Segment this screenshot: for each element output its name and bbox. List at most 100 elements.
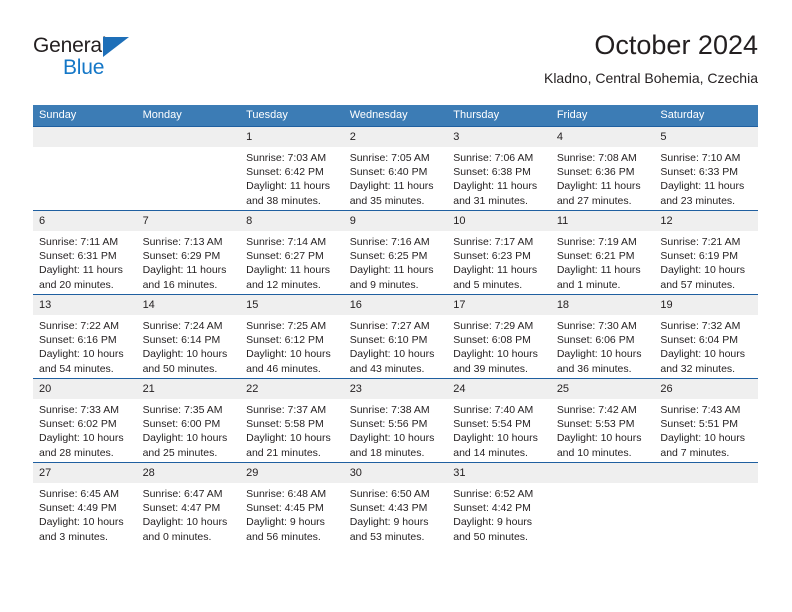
day-detail-line: Daylight: 11 hours — [39, 264, 123, 277]
calendar-day-cell[interactable]: 17 Sunrise: 7:29 AM Sunset: 6:08 PM Dayligh… — [447, 294, 551, 379]
day-detail-line: and 14 minutes. — [453, 446, 528, 459]
calendar-day-cell[interactable]: 26 Sunrise: 7:43 AM Sunset: 5:51 PM Dayligh… — [654, 378, 758, 463]
calendar-day-cell[interactable]: 28 Sunrise: 6:47 AM Sunset: 4:47 PM Dayligh… — [136, 462, 241, 546]
day-number: 14 — [136, 295, 241, 315]
day-details: Sunrise: 7:16 AM Sunset: 6:25 PM Daylight:… — [344, 231, 448, 292]
calendar-day-cell[interactable]: 8 Sunrise: 7:14 AM Sunset: 6:27 PM Daylight… — [240, 210, 344, 295]
day-detail-line: and 20 minutes. — [39, 278, 114, 291]
calendar-day-cell[interactable]: 30 Sunrise: 6:50 AM Sunset: 4:43 PM Dayligh… — [343, 462, 448, 546]
day-detail-line: and 35 minutes. — [349, 194, 425, 207]
day-detail-line: Sunset: 6:31 PM — [39, 250, 117, 263]
day-details: Sunrise: 7:32 AM Sunset: 6:04 PM Daylight:… — [654, 315, 758, 376]
day-detail-line: Sunrise: 7:16 AM — [349, 236, 430, 248]
day-detail-line: Sunset: 5:53 PM — [556, 418, 635, 431]
day-detail-line: Sunrise: 7:10 AM — [660, 152, 741, 164]
calendar-body: 1 Sunrise: 7:03 AM Sunset: 6:42 PM Daylight… — [33, 126, 758, 546]
day-detail-line: and 50 minutes. — [453, 530, 528, 543]
calendar-day-cell[interactable]: 10 Sunrise: 7:17 AM Sunset: 6:23 PM Dayligh… — [447, 210, 551, 295]
day-details — [551, 483, 655, 487]
calendar-day-cell[interactable]: 1 Sunrise: 7:03 AM Sunset: 6:42 PM Daylight… — [240, 126, 344, 211]
day-detail-line: Daylight: 11 hours — [453, 180, 538, 193]
calendar-day-cell[interactable]: 13 Sunrise: 7:22 AM Sunset: 6:16 PM Dayligh… — [33, 294, 137, 379]
day-detail-line: and 27 minutes. — [556, 194, 632, 207]
location-subtitle: Kladno, Central Bohemia, Czechia — [543, 70, 758, 86]
calendar-day-cell[interactable]: 16 Sunrise: 7:27 AM Sunset: 6:10 PM Dayligh… — [343, 294, 448, 379]
calendar-day-cell[interactable]: 29 Sunrise: 6:48 AM Sunset: 4:45 PM Dayligh… — [240, 462, 344, 546]
day-details: Sunrise: 7:40 AM Sunset: 5:54 PM Daylight:… — [447, 399, 551, 460]
day-detail-line: and 21 minutes. — [246, 446, 321, 459]
calendar-day-cell[interactable]: 18 Sunrise: 7:30 AM Sunset: 6:06 PM Dayligh… — [550, 294, 655, 379]
day-detail-line: Daylight: 11 hours — [349, 180, 434, 193]
day-number: 11 — [550, 211, 655, 231]
day-detail-line: Daylight: 10 hours — [453, 432, 538, 445]
calendar-day-cell[interactable]: 5 Sunrise: 7:10 AM Sunset: 6:33 PM Daylight… — [654, 126, 758, 211]
day-details: Sunrise: 7:08 AM Sunset: 6:36 PM Daylight:… — [551, 147, 655, 208]
day-detail-line: and 18 minutes. — [349, 446, 425, 459]
day-detail-line: Sunrise: 7:17 AM — [453, 236, 534, 248]
logo-triangle-icon — [103, 37, 129, 57]
calendar-day-cell[interactable]: 6 Sunrise: 7:11 AM Sunset: 6:31 PM Daylight… — [33, 210, 137, 295]
day-detail-line: Daylight: 10 hours — [660, 432, 746, 445]
day-details: Sunrise: 7:14 AM Sunset: 6:27 PM Daylight:… — [240, 231, 344, 292]
day-detail-line: Sunrise: 7:30 AM — [556, 320, 637, 332]
day-detail-line: Sunrise: 7:42 AM — [556, 404, 637, 416]
calendar-day-cell[interactable]: 3 Sunrise: 7:06 AM Sunset: 6:38 PM Daylight… — [447, 126, 551, 211]
day-detail-line: Daylight: 10 hours — [142, 348, 228, 361]
day-details: Sunrise: 6:52 AM Sunset: 4:42 PM Daylight:… — [447, 483, 551, 544]
calendar-day-cell[interactable]: 14 Sunrise: 7:24 AM Sunset: 6:14 PM Dayligh… — [136, 294, 241, 379]
day-detail-line: Sunset: 6:42 PM — [246, 166, 324, 179]
calendar-day-cell[interactable]: 25 Sunrise: 7:42 AM Sunset: 5:53 PM Dayligh… — [550, 378, 655, 463]
calendar-day-cell[interactable]: 19 Sunrise: 7:32 AM Sunset: 6:04 PM Dayligh… — [654, 294, 758, 379]
day-number: 31 — [447, 463, 551, 483]
calendar-day-cell[interactable]: 20 Sunrise: 7:33 AM Sunset: 6:02 PM Dayligh… — [33, 378, 137, 463]
weekday-header-thursday: Thursday — [447, 105, 551, 127]
weekday-header-sunday: Sunday — [33, 105, 137, 127]
day-number: 8 — [240, 211, 344, 231]
day-number: 17 — [447, 295, 551, 315]
weekday-header-tuesday: Tuesday — [240, 105, 344, 127]
day-detail-line: Sunset: 5:58 PM — [246, 418, 324, 431]
day-detail-line: and 7 minutes. — [660, 446, 730, 459]
calendar-day-cell[interactable]: 15 Sunrise: 7:25 AM Sunset: 6:12 PM Dayligh… — [240, 294, 344, 379]
page-title: October 2024 — [594, 30, 758, 60]
calendar-day-cell[interactable]: 9 Sunrise: 7:16 AM Sunset: 6:25 PM Daylight… — [343, 210, 448, 295]
calendar-table: Sunday Monday Tuesday Wednesday Thursday… — [33, 105, 758, 546]
day-number: 25 — [550, 379, 655, 399]
day-detail-line: Daylight: 9 hours — [349, 516, 429, 529]
calendar-day-cell[interactable]: 23 Sunrise: 7:38 AM Sunset: 5:56 PM Dayligh… — [343, 378, 448, 463]
calendar-day-cell[interactable]: 31 Sunrise: 6:52 AM Sunset: 4:42 PM Dayligh… — [447, 462, 551, 546]
day-number: 3 — [447, 127, 551, 147]
calendar-day-cell[interactable]: 24 Sunrise: 7:40 AM Sunset: 5:54 PM Dayligh… — [447, 378, 551, 463]
calendar-day-cell[interactable]: 12 Sunrise: 7:21 AM Sunset: 6:19 PM Dayligh… — [654, 210, 758, 295]
day-detail-line: Daylight: 10 hours — [142, 432, 228, 445]
day-detail-line: Sunset: 6:36 PM — [556, 166, 635, 179]
day-number: 20 — [33, 379, 137, 399]
calendar-day-cell[interactable]: 2 Sunrise: 7:05 AM Sunset: 6:40 PM Daylight… — [343, 126, 448, 211]
day-detail-line: and 0 minutes. — [142, 530, 212, 543]
weekday-header-monday: Monday — [136, 105, 241, 127]
day-detail-line: Sunset: 4:47 PM — [142, 502, 221, 515]
calendar-day-cell[interactable]: 4 Sunrise: 7:08 AM Sunset: 6:36 PM Daylight… — [550, 126, 655, 211]
day-detail-line: Sunrise: 7:32 AM — [660, 320, 741, 332]
day-number: 29 — [240, 463, 344, 483]
calendar-week-row: 6 Sunrise: 7:11 AM Sunset: 6:31 PM Daylight… — [33, 210, 758, 295]
day-detail-line: Sunset: 6:40 PM — [349, 166, 428, 179]
calendar-day-cell[interactable]: 21 Sunrise: 7:35 AM Sunset: 6:00 PM Dayligh… — [136, 378, 241, 463]
day-detail-line: and 50 minutes. — [142, 362, 218, 375]
day-number: 15 — [240, 295, 344, 315]
day-detail-line: Daylight: 10 hours — [246, 348, 331, 361]
calendar-day-cell[interactable]: 7 Sunrise: 7:13 AM Sunset: 6:29 PM Daylight… — [136, 210, 241, 295]
day-details: Sunrise: 6:48 AM Sunset: 4:45 PM Daylight:… — [240, 483, 344, 544]
day-detail-line: Sunrise: 7:27 AM — [349, 320, 430, 332]
calendar-day-cell[interactable]: 27 Sunrise: 6:45 AM Sunset: 4:49 PM Dayligh… — [33, 462, 137, 546]
calendar-day-cell[interactable]: 11 Sunrise: 7:19 AM Sunset: 6:21 PM Dayligh… — [550, 210, 655, 295]
day-detail-line: Sunrise: 6:52 AM — [453, 488, 534, 500]
day-detail-line: Sunset: 4:42 PM — [453, 502, 531, 515]
day-detail-line: Sunrise: 7:08 AM — [556, 152, 637, 164]
calendar-day-cell[interactable]: 22 Sunrise: 7:37 AM Sunset: 5:58 PM Dayligh… — [240, 378, 344, 463]
day-detail-line: Sunrise: 7:24 AM — [142, 320, 223, 332]
calendar-page: General Blue October 2024 Kladno, Centra… — [0, 0, 792, 612]
day-detail-line: Sunrise: 6:50 AM — [349, 488, 430, 500]
day-detail-line: Sunset: 6:06 PM — [556, 334, 635, 347]
day-detail-line: Sunrise: 7:33 AM — [39, 404, 119, 416]
